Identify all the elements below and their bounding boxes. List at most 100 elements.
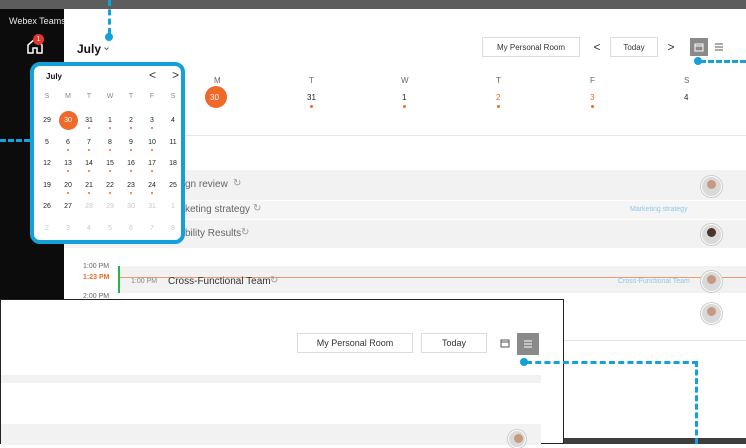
mini-calendar-prev-button[interactable]: < bbox=[149, 68, 156, 82]
mini-calendar-day[interactable]: 7 bbox=[80, 139, 98, 146]
mini-calendar-weekday: F bbox=[149, 93, 155, 100]
mini-calendar-day[interactable]: 19 bbox=[38, 182, 56, 189]
mini-calendar-day[interactable]: 3 bbox=[143, 117, 161, 124]
mini-calendar-day[interactable]: 31 bbox=[143, 203, 161, 210]
mini-calendar-day[interactable]: 23 bbox=[122, 182, 140, 189]
week-header: M 30 T 31 W 1 T 2 F 3 S 4 bbox=[180, 70, 746, 120]
mini-calendar-weekday: S bbox=[170, 93, 176, 100]
mini-calendar-day[interactable]: 28 bbox=[80, 203, 98, 210]
event-dot bbox=[67, 191, 69, 194]
today-button[interactable]: Today bbox=[610, 37, 658, 57]
avatar bbox=[701, 224, 722, 245]
mini-calendar-day[interactable]: 16 bbox=[122, 160, 140, 167]
personal-room-button[interactable]: My Personal Room bbox=[482, 37, 580, 57]
mini-calendar-day[interactable]: 17 bbox=[143, 160, 161, 167]
mini-calendar-day[interactable]: 29 bbox=[38, 117, 56, 124]
calendar-view-icon[interactable] bbox=[495, 333, 515, 353]
avatar bbox=[701, 176, 722, 197]
week-day-number[interactable]: 3 bbox=[590, 93, 594, 102]
mini-calendar-day[interactable]: 31 bbox=[80, 117, 98, 124]
next-week-button[interactable]: > bbox=[662, 37, 680, 57]
mini-calendar-day[interactable]: 3 bbox=[59, 225, 77, 232]
callout-line bbox=[526, 361, 698, 364]
mini-calendar-day[interactable]: 25 bbox=[164, 182, 182, 189]
mini-calendar-day[interactable]: 6 bbox=[122, 225, 140, 232]
mini-calendar-day[interactable]: 22 bbox=[101, 182, 119, 189]
mini-calendar-day[interactable]: 8 bbox=[101, 139, 119, 146]
personal-room-button[interactable]: My Personal Room bbox=[297, 333, 413, 353]
mini-calendar: July < > S M T W T F S 29 30 31 1 2 3 4 5 6 7 8 9 10 11 12 13 1… bbox=[30, 62, 185, 244]
event-title[interactable]: keting strategy bbox=[185, 204, 250, 215]
mini-calendar-weekday: M bbox=[65, 93, 71, 100]
week-day-number[interactable]: 31 bbox=[307, 93, 316, 102]
mini-calendar-day[interactable]: 24 bbox=[143, 182, 161, 189]
avatar bbox=[508, 430, 526, 448]
week-day-number[interactable]: 30 bbox=[210, 93, 219, 102]
event-title[interactable]: Cross-Functional Team bbox=[168, 276, 271, 287]
list-view-icon[interactable] bbox=[517, 333, 539, 355]
event-dot bbox=[67, 170, 69, 172]
mini-calendar-day[interactable]: 15 bbox=[101, 160, 119, 167]
list-view-icon[interactable] bbox=[710, 38, 728, 56]
event-title[interactable]: gn review bbox=[185, 179, 228, 190]
mini-calendar-day[interactable]: 4 bbox=[80, 225, 98, 232]
event-dot bbox=[130, 191, 132, 194]
mini-calendar-day[interactable]: 30 bbox=[59, 117, 77, 124]
event-dot bbox=[130, 170, 132, 172]
mini-calendar-day[interactable]: 20 bbox=[59, 182, 77, 189]
mini-calendar-day[interactable]: 10 bbox=[143, 139, 161, 146]
mini-calendar-day[interactable]: 7 bbox=[143, 225, 161, 232]
mini-calendar-weekday: T bbox=[128, 93, 134, 100]
event-title[interactable]: bility Results bbox=[185, 228, 241, 239]
list-row[interactable] bbox=[1, 375, 541, 383]
recurring-icon: ↻ bbox=[241, 227, 250, 238]
mini-calendar-day[interactable]: 5 bbox=[101, 225, 119, 232]
mini-calendar-day[interactable]: 26 bbox=[38, 203, 56, 210]
month-title[interactable]: July bbox=[77, 42, 101, 56]
weekday-label: W bbox=[401, 76, 409, 85]
weekday-label: T bbox=[496, 76, 501, 85]
mini-calendar-day[interactable]: 29 bbox=[101, 203, 119, 210]
mini-calendar-day[interactable]: 2 bbox=[122, 117, 140, 124]
mini-calendar-day[interactable]: 5 bbox=[38, 139, 56, 146]
event-dot bbox=[109, 148, 111, 151]
event-dot bbox=[109, 191, 111, 194]
mini-calendar-day[interactable]: 18 bbox=[164, 160, 182, 167]
mini-calendar-day[interactable]: 11 bbox=[164, 139, 182, 146]
mini-calendar-day[interactable]: 1 bbox=[164, 203, 182, 210]
weekday-label: T bbox=[309, 76, 314, 85]
week-day-number[interactable]: 4 bbox=[684, 93, 688, 102]
today-button[interactable]: Today bbox=[421, 333, 487, 353]
mini-calendar-day[interactable]: 14 bbox=[80, 160, 98, 167]
event-dot bbox=[151, 148, 153, 151]
week-day-number[interactable]: 1 bbox=[402, 93, 406, 102]
event-dot bbox=[109, 127, 111, 129]
week-day-number[interactable]: 2 bbox=[496, 93, 500, 102]
mini-calendar-day[interactable]: 13 bbox=[59, 160, 77, 167]
chevron-down-icon[interactable]: ⌄ bbox=[102, 40, 111, 53]
callout-dot bbox=[105, 33, 113, 41]
calendar-view-icon[interactable] bbox=[690, 38, 708, 56]
mini-calendar-next-button[interactable]: > bbox=[172, 68, 179, 82]
mini-calendar-day[interactable]: 2 bbox=[38, 225, 56, 232]
recurring-icon: ↻ bbox=[233, 178, 242, 189]
secondary-window: My Personal Room Today bbox=[0, 299, 564, 448]
mini-calendar-day[interactable]: 1 bbox=[101, 117, 119, 124]
event-dot bbox=[88, 191, 90, 194]
event-dot bbox=[88, 148, 90, 151]
event-dot bbox=[88, 170, 90, 172]
event-tag: Cross-Functional Team bbox=[618, 278, 690, 285]
prev-week-button[interactable]: < bbox=[588, 37, 606, 57]
mini-calendar-day[interactable]: 8 bbox=[164, 225, 182, 232]
mini-calendar-day[interactable]: 9 bbox=[122, 139, 140, 146]
mini-calendar-day[interactable]: 6 bbox=[59, 139, 77, 146]
mini-calendar-day[interactable]: 27 bbox=[59, 203, 77, 210]
avatar bbox=[701, 271, 722, 292]
mini-calendar-day[interactable]: 21 bbox=[80, 182, 98, 189]
mini-calendar-day[interactable]: 12 bbox=[38, 160, 56, 167]
list-row[interactable] bbox=[1, 424, 541, 445]
mini-calendar-month: July bbox=[46, 72, 63, 81]
mini-calendar-day[interactable]: 30 bbox=[122, 203, 140, 210]
current-time-label: 1:23 PM bbox=[83, 274, 110, 281]
mini-calendar-day[interactable]: 4 bbox=[164, 117, 182, 124]
